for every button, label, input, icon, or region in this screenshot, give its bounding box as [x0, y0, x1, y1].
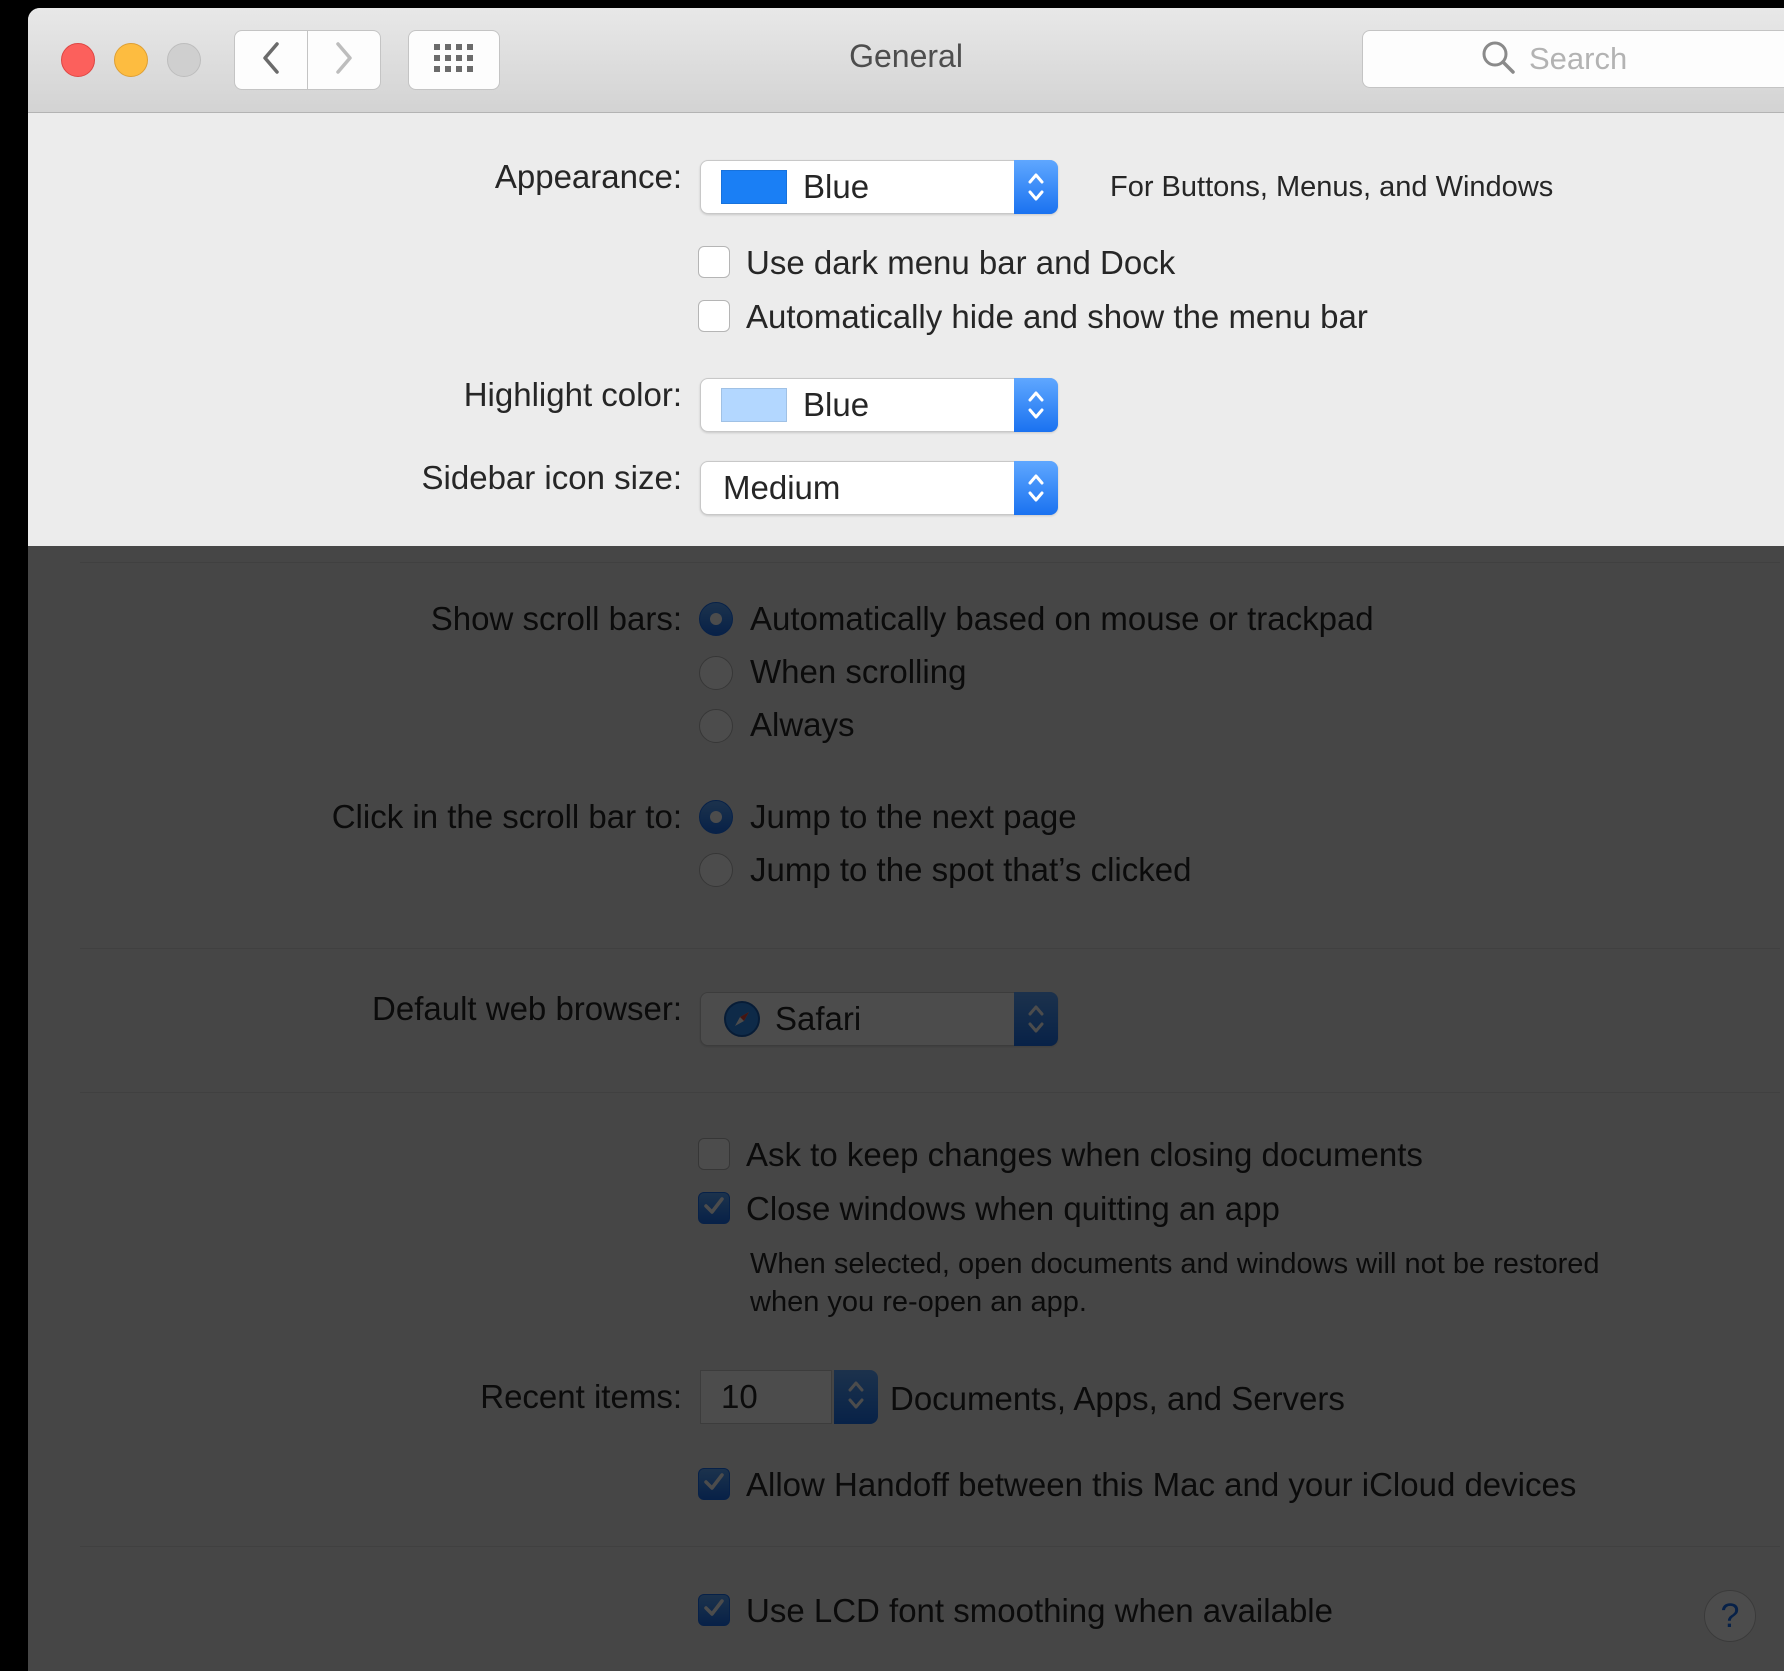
jump-to-spot-radio[interactable] — [699, 853, 733, 887]
divider — [80, 1546, 1780, 1547]
popup-arrows-icon — [1014, 992, 1058, 1046]
appearance-note: For Buttons, Menus, and Windows — [1110, 171, 1554, 203]
recent-items-field[interactable]: 10 — [700, 1370, 832, 1424]
appearance-popup[interactable]: Blue — [700, 160, 1058, 214]
scroll-bars-always-label: Always — [750, 706, 855, 743]
divider — [80, 948, 1780, 949]
recent-items-label: Recent items: — [480, 1378, 682, 1415]
recent-items-value: 10 — [721, 1378, 758, 1415]
checkmark-icon — [703, 1598, 725, 1623]
highlight-color-popup[interactable]: Blue — [700, 378, 1058, 432]
recent-items-note: Documents, Apps, and Servers — [890, 1380, 1345, 1417]
sidebar-icon-size-value: Medium — [723, 469, 841, 506]
general-preferences-window: General Search Appearance: Blue For Butt… — [28, 8, 1784, 1671]
ask-keep-changes-checkbox[interactable] — [698, 1138, 730, 1170]
scroll-bars-when-scrolling-label: When scrolling — [750, 653, 967, 690]
appearance-swatch — [721, 170, 787, 204]
appearance-value: Blue — [803, 168, 870, 205]
search-field[interactable]: Search — [1362, 30, 1784, 88]
default-browser-popup[interactable]: Safari — [700, 992, 1058, 1046]
highlight-color-label: Highlight color: — [463, 376, 682, 413]
close-windows-note-line1: When selected, open documents and window… — [750, 1248, 1600, 1280]
jump-to-spot-label: Jump to the spot that’s clicked — [750, 851, 1192, 888]
jump-next-page-radio[interactable] — [699, 800, 733, 834]
highlight-swatch — [721, 388, 787, 422]
default-browser-value: Safari — [775, 1000, 862, 1037]
scroll-bars-auto-radio[interactable] — [699, 602, 733, 636]
popup-arrows-icon — [1014, 160, 1058, 214]
ask-keep-changes-label: Ask to keep changes when closing documen… — [746, 1136, 1423, 1173]
appearance-label: Appearance: — [494, 158, 682, 195]
auto-hide-menu-bar-label: Automatically hide and show the menu bar — [746, 298, 1368, 335]
divider — [80, 562, 1780, 563]
close-windows-note-line2: when you re-open an app. — [750, 1286, 1087, 1318]
popup-arrows-icon — [1014, 378, 1058, 432]
stepper-arrows-icon — [846, 1378, 866, 1417]
highlight-color-value: Blue — [803, 386, 870, 423]
scroll-bars-always-radio[interactable] — [699, 709, 733, 743]
lcd-font-smoothing-checkbox[interactable] — [698, 1594, 730, 1626]
dark-menu-bar-label: Use dark menu bar and Dock — [746, 244, 1176, 281]
default-browser-label: Default web browser: — [372, 990, 682, 1027]
scroll-bars-when-scrolling-radio[interactable] — [699, 656, 733, 690]
jump-next-page-label: Jump to the next page — [750, 798, 1077, 835]
checkmark-icon — [703, 1196, 725, 1221]
title-bar: General Search — [28, 8, 1784, 113]
auto-hide-menu-bar-checkbox[interactable] — [698, 300, 730, 332]
checkmark-icon — [703, 1472, 725, 1497]
lcd-font-smoothing-label: Use LCD font smoothing when available — [746, 1592, 1333, 1629]
recent-items-stepper[interactable] — [834, 1370, 878, 1424]
popup-arrows-icon — [1014, 461, 1058, 515]
show-scroll-bars-label: Show scroll bars: — [430, 600, 682, 637]
sidebar-icon-size-popup[interactable]: Medium — [700, 461, 1058, 515]
help-button[interactable]: ? — [1704, 1590, 1756, 1642]
dark-menu-bar-checkbox[interactable] — [698, 246, 730, 278]
close-windows-checkbox[interactable] — [698, 1192, 730, 1224]
close-windows-label: Close windows when quitting an app — [746, 1190, 1280, 1227]
click-scroll-bar-label: Click in the scroll bar to: — [331, 798, 682, 835]
safari-icon — [723, 1000, 761, 1038]
scroll-bars-auto-label: Automatically based on mouse or trackpad — [750, 600, 1374, 637]
handoff-checkbox[interactable] — [698, 1468, 730, 1500]
search-icon — [1481, 40, 1515, 79]
handoff-label: Allow Handoff between this Mac and your … — [746, 1466, 1577, 1503]
sidebar-icon-size-label: Sidebar icon size: — [421, 459, 682, 496]
divider — [80, 1092, 1780, 1093]
search-placeholder: Search — [1529, 41, 1628, 76]
